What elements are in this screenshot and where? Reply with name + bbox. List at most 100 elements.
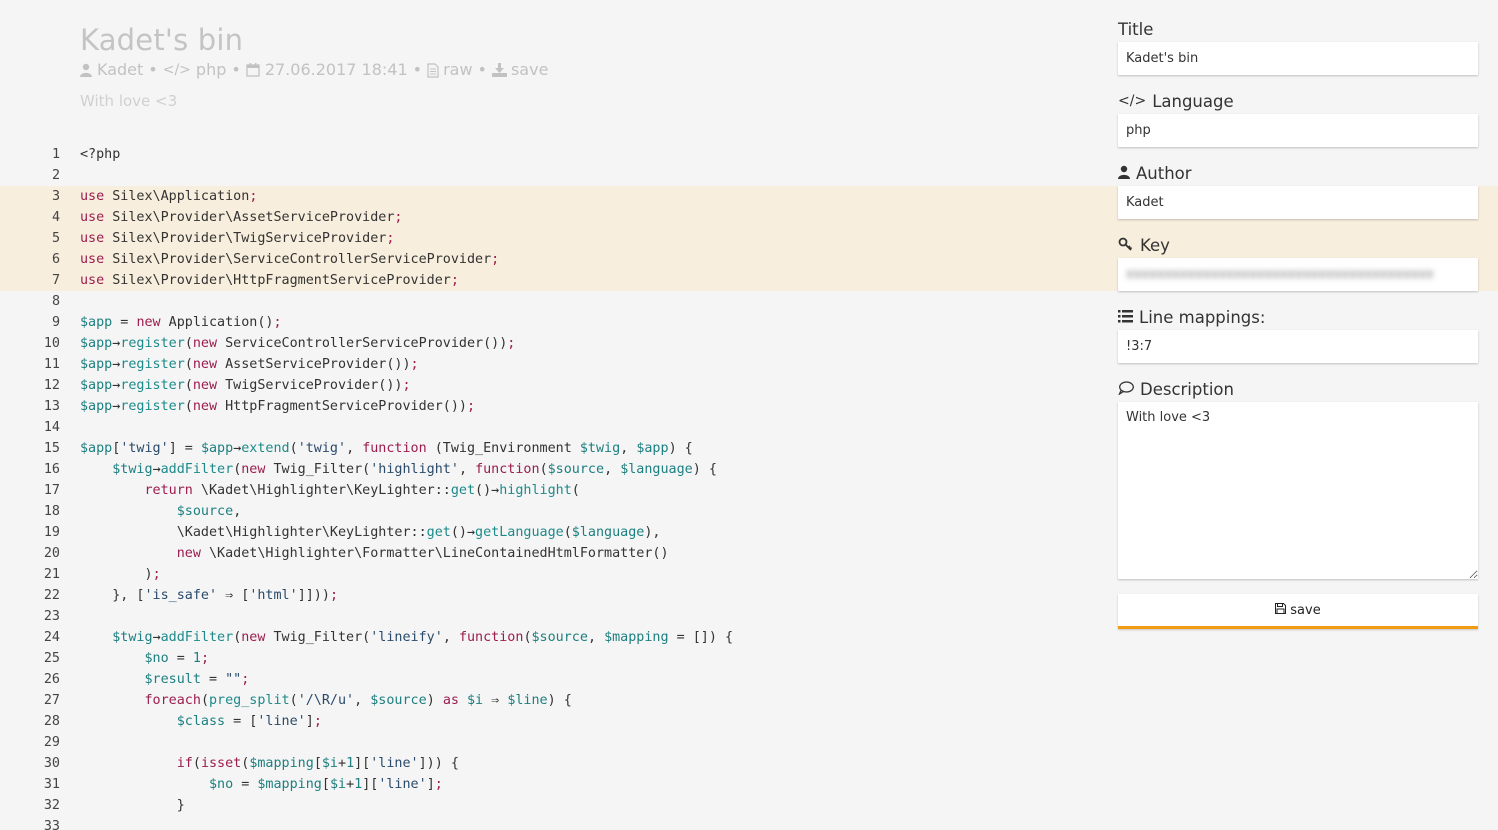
- separator: •: [231, 60, 241, 79]
- line-source: foreach(preg_split('/\R/u', $source) as …: [144, 693, 572, 708]
- line-source: }, ['is_safe' ⇒ ['html']]));: [80, 588, 338, 603]
- code-line: 27 foreach(preg_split('/\R/u', $source) …: [0, 690, 1498, 711]
- line-number[interactable]: 33: [0, 816, 60, 830]
- page-title: Kadet's bin: [80, 23, 244, 57]
- line-number[interactable]: 24: [0, 627, 60, 648]
- line-source: $app→register(new TwigServiceProvider())…: [80, 378, 411, 393]
- download-link[interactable]: save: [491, 60, 549, 80]
- paste-description: With love <3: [80, 92, 178, 110]
- mappings-input[interactable]: [1118, 330, 1478, 363]
- line-number[interactable]: 18: [0, 501, 60, 522]
- line-number[interactable]: 23: [0, 606, 60, 627]
- line-source: [60, 291, 80, 312]
- code-icon: </>: [1118, 93, 1147, 109]
- key-input[interactable]: xxxxxxxxxxxxxxxxxxxxxxxxxxxxxxxxxxxxxxxx: [1118, 258, 1478, 291]
- line-source: [60, 732, 80, 753]
- line-source: );: [80, 567, 161, 582]
- code-icon: </>: [162, 62, 191, 78]
- line-number[interactable]: 20: [0, 543, 60, 564]
- download-icon: [491, 63, 507, 77]
- code-line: 30 if(isset($mapping[$i+1]['line'])) {: [0, 753, 1498, 774]
- separator: •: [477, 60, 487, 79]
- line-source: $source,: [176, 504, 242, 519]
- code-line: 33: [0, 816, 1498, 830]
- line-number[interactable]: 19: [0, 522, 60, 543]
- key-value: xxxxxxxxxxxxxxxxxxxxxxxxxxxxxxxxxxxxxxxx: [1126, 267, 1434, 282]
- user-icon: [80, 63, 92, 77]
- line-number[interactable]: 6: [0, 249, 60, 270]
- line-number[interactable]: 22: [0, 585, 60, 606]
- line-number[interactable]: 2: [0, 165, 60, 186]
- line-number[interactable]: 9: [0, 312, 60, 333]
- author-label-text: Author: [1136, 163, 1192, 183]
- code-line: 31 $no = $mapping[$i+1]['line'];: [0, 774, 1498, 795]
- code-line: 25 $no = 1;: [0, 648, 1498, 669]
- line-source: [60, 606, 80, 627]
- line-source: $app→register(new AssetServiceProvider()…: [80, 357, 419, 372]
- line-number[interactable]: 11: [0, 354, 60, 375]
- code-line: 32 }: [0, 795, 1498, 816]
- language-label: </> Language: [1118, 90, 1478, 112]
- author-label: Author: [1118, 162, 1478, 184]
- line-number[interactable]: 17: [0, 480, 60, 501]
- line-source: $twig→addFilter(new Twig_Filter('highlig…: [112, 462, 717, 477]
- line-number[interactable]: 4: [0, 207, 60, 228]
- paste-header: Kadet's bin Kadet • </> php • 27.06.2017…: [80, 20, 548, 80]
- line-source: return \Kadet\Highlighter\KeyLighter::ge…: [144, 483, 580, 498]
- raw-link[interactable]: raw: [427, 60, 473, 80]
- line-number[interactable]: 32: [0, 795, 60, 816]
- line-number[interactable]: 26: [0, 669, 60, 690]
- line-source: }: [80, 798, 185, 813]
- line-number[interactable]: 12: [0, 375, 60, 396]
- line-source: [60, 165, 80, 186]
- title-input[interactable]: [1118, 42, 1478, 75]
- code-line: 26 $result = "";: [0, 669, 1498, 690]
- line-number[interactable]: 3: [0, 186, 60, 207]
- separator: •: [412, 60, 423, 79]
- line-number[interactable]: 30: [0, 753, 60, 774]
- language-input[interactable]: [1118, 114, 1478, 147]
- line-number[interactable]: 16: [0, 459, 60, 480]
- line-source: $class = ['line'];: [176, 714, 322, 729]
- line-number[interactable]: 25: [0, 648, 60, 669]
- description-label-text: Description: [1140, 379, 1234, 399]
- line-source: [60, 816, 80, 830]
- line-number[interactable]: 28: [0, 711, 60, 732]
- paste-form: Title </> Language Author Key xxxxxxxxxx…: [1118, 18, 1478, 629]
- line-source: <?php: [80, 147, 121, 162]
- separator: •: [148, 60, 158, 79]
- file-text-icon: [427, 62, 439, 78]
- save-button-label: save: [1290, 602, 1321, 618]
- line-number[interactable]: 10: [0, 333, 60, 354]
- language-name: php: [195, 60, 227, 79]
- line-number[interactable]: 7: [0, 270, 60, 291]
- line-number[interactable]: 27: [0, 690, 60, 711]
- line-number[interactable]: 14: [0, 417, 60, 438]
- calendar-icon: [246, 63, 260, 77]
- line-number[interactable]: 29: [0, 732, 60, 753]
- author-input[interactable]: [1118, 186, 1478, 219]
- line-source: new \Kadet\Highlighter\Formatter\LineCon…: [176, 546, 669, 561]
- line-number[interactable]: 8: [0, 291, 60, 312]
- created-date: 27.06.2017 18:41: [264, 60, 408, 79]
- line-number[interactable]: 21: [0, 564, 60, 585]
- key-label: Key: [1118, 234, 1478, 256]
- save-label: save: [510, 60, 549, 79]
- line-source: \Kadet\Highlighter\KeyLighter::get()→get…: [80, 525, 661, 540]
- line-source: $no = $mapping[$i+1]['line'];: [209, 777, 443, 792]
- title-label: Title: [1118, 18, 1478, 40]
- paste-meta: Kadet • </> php • 27.06.2017 18:41 • raw…: [80, 60, 548, 80]
- line-source: $app = new Application();: [80, 315, 282, 330]
- line-number[interactable]: 15: [0, 438, 60, 459]
- line-number[interactable]: 5: [0, 228, 60, 249]
- line-number[interactable]: 13: [0, 396, 60, 417]
- line-source: use Silex\Provider\HttpFragmentServicePr…: [80, 273, 459, 288]
- line-number[interactable]: 1: [0, 144, 60, 165]
- line-source: $app→register(new HttpFragmentServicePro…: [80, 399, 476, 414]
- line-source: if(isset($mapping[$i+1]['line'])) {: [176, 756, 459, 771]
- line-number[interactable]: 31: [0, 774, 60, 795]
- save-button[interactable]: save: [1118, 594, 1478, 629]
- comment-icon: [1118, 380, 1134, 399]
- code-line: 28 $class = ['line'];: [0, 711, 1498, 732]
- description-textarea[interactable]: With love <3: [1118, 402, 1478, 579]
